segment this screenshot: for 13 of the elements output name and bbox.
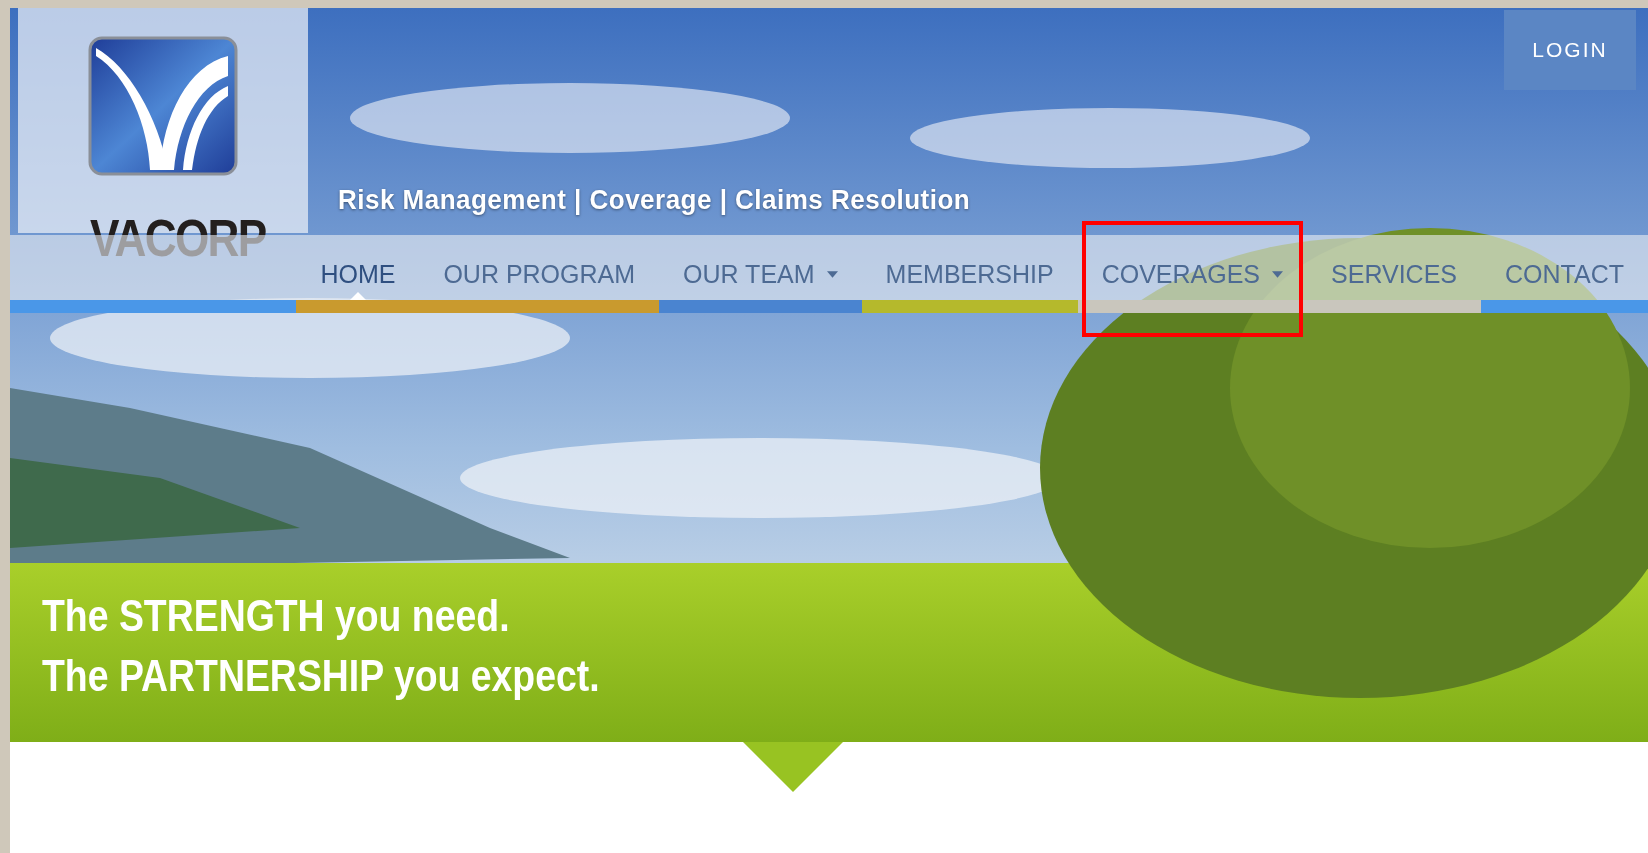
caret-icon — [1272, 271, 1284, 278]
nav-link[interactable]: HOME — [296, 235, 420, 313]
selected-indicator — [349, 292, 366, 300]
tagline: Risk Management | Coverage | Claims Resolution — [338, 184, 971, 216]
hero-headline: The PARTNERSHIP you expect. — [42, 650, 600, 702]
hero-headline: The STRENGTH you need. — [42, 590, 510, 642]
logo-icon[interactable] — [88, 36, 238, 176]
nav-link[interactable]: OUR TEAM — [659, 235, 862, 313]
nav-link[interactable]: MEMBERSHIP — [861, 235, 1078, 313]
login-button[interactable]: LOGIN — [1504, 10, 1636, 90]
nav-link[interactable]: SERVICES — [1307, 235, 1481, 313]
caret-icon — [826, 271, 838, 278]
nav-link[interactable]: OUR PROGRAM — [419, 235, 660, 313]
